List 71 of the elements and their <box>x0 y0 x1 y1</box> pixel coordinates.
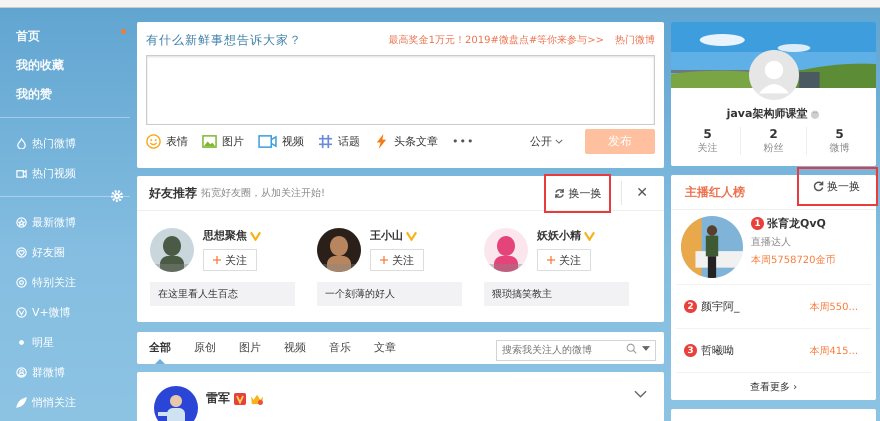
feed-search-field[interactable]: 搜索我关注人的微博 <box>496 340 656 360</box>
user-name[interactable]: 思想聚焦 <box>203 228 247 243</box>
refresh-icon <box>554 188 566 198</box>
smiley-icon <box>146 134 161 149</box>
composer-tool[interactable]: 表情 <box>146 134 188 149</box>
visibility-dropdown[interactable]: 公开 <box>530 134 563 149</box>
more-button[interactable]: ••• <box>452 135 474 148</box>
coin-count: 本周5758720金币 <box>751 254 836 267</box>
search-icon[interactable] <box>626 342 637 354</box>
level-icon <box>810 108 820 118</box>
refresh-link[interactable]: 换一换 <box>797 167 878 206</box>
composer-tool[interactable]: 话题 <box>318 134 360 149</box>
rank-badge: 3 <box>684 344 697 357</box>
feed-tab[interactable]: 图片 <box>239 332 261 364</box>
stat-value[interactable]: 2 <box>769 127 778 141</box>
coin-count: 本周415... <box>809 344 858 358</box>
section-subtitle: 拓宽好友圈，从加关注开始! <box>201 186 326 200</box>
rank-badge: 2 <box>684 300 697 313</box>
section-title: 主播红人榜 <box>685 184 745 200</box>
rank-badge: 1 <box>751 217 764 230</box>
crown-icon <box>250 392 264 404</box>
see-more-link[interactable]: 查看更多 › <box>671 373 876 394</box>
composer-prompt: 有什么新鲜事想告诉大家？ <box>146 32 302 48</box>
user-bio: 一个刻薄的好人 <box>317 282 462 306</box>
user-name[interactable]: 妖妖小精 <box>537 228 581 243</box>
chevron-down-icon[interactable] <box>634 390 647 398</box>
feed-tab[interactable]: 文章 <box>374 332 396 364</box>
coin-count: 本周550... <box>809 300 858 314</box>
verified-icon <box>234 392 246 404</box>
streamer-name[interactable]: 哲曦呦 <box>701 343 734 358</box>
stat-label: 粉丝 <box>764 142 784 155</box>
profile-name[interactable]: java架构师课堂 <box>726 106 808 121</box>
composer-tool[interactable]: 头条文章 <box>374 134 438 149</box>
refresh-icon <box>813 181 824 192</box>
close-button[interactable]: ✕ <box>632 185 652 201</box>
video-camera-icon <box>16 168 27 178</box>
composer-tool[interactable]: 图片 <box>202 134 244 149</box>
feed-tab[interactable]: 全部 <box>149 332 171 364</box>
post-input-field[interactable] <box>146 55 655 125</box>
lightning-icon <box>374 134 389 149</box>
feed-tab[interactable]: 原创 <box>194 332 216 364</box>
chevron-down-icon <box>555 139 563 144</box>
refresh-link[interactable]: 换一换 <box>544 174 612 212</box>
feed-tab[interactable]: 音乐 <box>329 332 351 364</box>
user-name[interactable]: 王小山 <box>370 228 403 243</box>
settings-icon[interactable] <box>110 189 124 203</box>
follow-button[interactable]: 关注 <box>203 249 257 271</box>
plus-icon <box>547 256 555 264</box>
leaf-icon <box>16 396 27 408</box>
user-bio: 猥琐搞笑教主 <box>484 282 629 306</box>
default-avatar <box>749 50 799 100</box>
section-title: 好友推荐 <box>149 184 197 202</box>
stat-value[interactable]: 5 <box>703 127 712 141</box>
plus-icon <box>213 256 221 264</box>
stat-label: 微博 <box>830 142 850 155</box>
streamer-name[interactable]: 颜宇阿_ <box>701 299 740 314</box>
feed-tab[interactable]: 视频 <box>284 332 306 364</box>
video-camera-icon <box>258 134 277 149</box>
follow-button[interactable]: 关注 <box>537 249 591 271</box>
caret-icon[interactable] <box>642 346 650 350</box>
hashtag-icon <box>318 134 333 149</box>
streamer-role: 直播达人 <box>751 236 792 249</box>
follow-button[interactable]: 关注 <box>370 249 424 271</box>
streamer-name[interactable]: 张育龙QvQ <box>767 216 826 231</box>
author-name[interactable]: 雷军 <box>206 390 230 407</box>
composer-tool[interactable]: 视频 <box>258 134 304 149</box>
user-bio: 在这里看人生百态 <box>150 282 295 306</box>
stat-value[interactable]: 5 <box>835 127 844 141</box>
image-icon <box>202 134 217 149</box>
plus-icon <box>380 256 388 264</box>
stat-label: 关注 <box>698 142 718 155</box>
